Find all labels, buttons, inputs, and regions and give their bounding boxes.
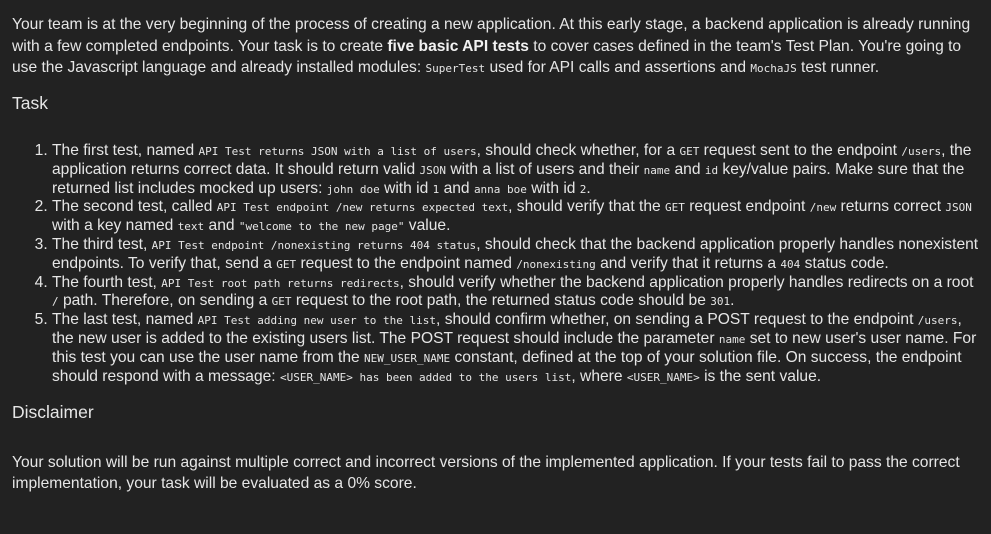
item-text: and <box>670 160 705 178</box>
inline-code: GET <box>276 257 297 271</box>
inline-code: john doe <box>326 182 380 196</box>
task-list: The first test, named API Test returns J… <box>12 142 979 386</box>
inline-code: API Test returns JSON with a list of use… <box>198 145 477 158</box>
item-text: The first test, named <box>52 142 199 159</box>
task-item-3: The third test, API Test endpoint /nonex… <box>52 236 979 274</box>
inline-code: /nonexisting <box>516 257 596 271</box>
inline-code: /users <box>901 145 942 158</box>
task-item-4: The fourth test, API Test root path retu… <box>52 274 979 312</box>
item-text: The third test, <box>52 235 152 253</box>
inline-code: API Test root path returns redirects <box>161 276 400 290</box>
item-text: is the sent value. <box>699 367 822 385</box>
item-text: returns correct <box>836 198 946 216</box>
item-text: , where <box>571 367 627 385</box>
inline-code: JSON <box>945 201 972 215</box>
inline-code: 301 <box>710 295 731 309</box>
item-text: The second test, called <box>52 198 217 216</box>
inline-code: GET <box>665 201 685 215</box>
inline-code: "welcome to the new page" <box>238 220 405 234</box>
item-text: with id <box>526 179 580 197</box>
item-text: request to the root path, the returned s… <box>291 292 711 310</box>
inline-code: anna boe <box>473 182 527 196</box>
item-text: , should verify that the <box>508 198 665 216</box>
disclaimer-heading: Disclaimer <box>12 402 94 423</box>
item-text: and <box>439 179 474 197</box>
inline-code: <USER_NAME> <box>626 370 700 384</box>
inline-code: API Test endpoint /new returns expected … <box>216 201 509 215</box>
item-text: request endpoint <box>684 198 810 216</box>
item-text: with a key named <box>52 217 178 235</box>
intro-text: used for API calls and assertions and <box>485 59 751 76</box>
inline-code: 404 <box>780 257 801 271</box>
item-text: and verify that it returns a <box>595 254 781 272</box>
task-heading: Task <box>12 92 48 113</box>
item-text: , should check whether, for a <box>476 142 680 159</box>
inline-code: API Test adding new user to the list <box>197 314 437 328</box>
item-text: and <box>204 217 239 235</box>
task-description-page: Your team is at the very beginning of th… <box>0 0 991 534</box>
intro-bold-text: five basic API tests <box>387 37 529 55</box>
item-text: request sent to the endpoint <box>699 142 902 159</box>
inline-code: text <box>177 220 205 234</box>
inline-code: GET <box>679 145 700 158</box>
task-item-2: The second test, called API Test endpoin… <box>52 198 979 236</box>
inline-code: NEW_USER_NAME <box>364 351 451 365</box>
task-item-5: The last test, named API Test adding new… <box>52 311 979 386</box>
item-text: , should verify whether the backend appl… <box>399 273 974 291</box>
disclaimer-paragraph: Your solution will be run against multip… <box>12 453 960 493</box>
item-text: The fourth test, <box>52 273 162 291</box>
inline-code: name <box>643 163 671 177</box>
inline-code: MochaJS <box>750 62 797 75</box>
item-text: value. <box>404 217 451 235</box>
item-text: . <box>586 179 591 197</box>
inline-code: API Test endpoint /nonexisting returns 4… <box>151 238 477 252</box>
intro-text: test runner. <box>796 59 880 76</box>
item-text: , should confirm whether, on sending a P… <box>436 311 918 329</box>
item-text: with id <box>379 179 433 197</box>
inline-code: id <box>704 163 719 177</box>
item-text: status code. <box>800 254 889 272</box>
inline-code: <USER_NAME> has been added to the users … <box>279 370 572 384</box>
item-text: path. Therefore, on sending a <box>58 292 272 310</box>
item-text: request to the endpoint named <box>296 254 517 272</box>
intro-paragraph: Your team is at the very beginning of th… <box>12 14 979 80</box>
item-text: . <box>730 292 735 310</box>
inline-code: / <box>52 295 59 309</box>
inline-code: /new <box>809 201 837 215</box>
inline-code: SuperTest <box>425 62 486 75</box>
inline-code: JSON <box>419 163 447 177</box>
inline-code: GET <box>271 295 292 309</box>
inline-code: name <box>718 332 746 346</box>
task-item-1: The first test, named API Test returns J… <box>52 142 979 198</box>
item-text: The last test, named <box>52 311 198 329</box>
inline-code: /users <box>917 314 958 328</box>
item-text: with a list of users and their <box>446 160 644 178</box>
